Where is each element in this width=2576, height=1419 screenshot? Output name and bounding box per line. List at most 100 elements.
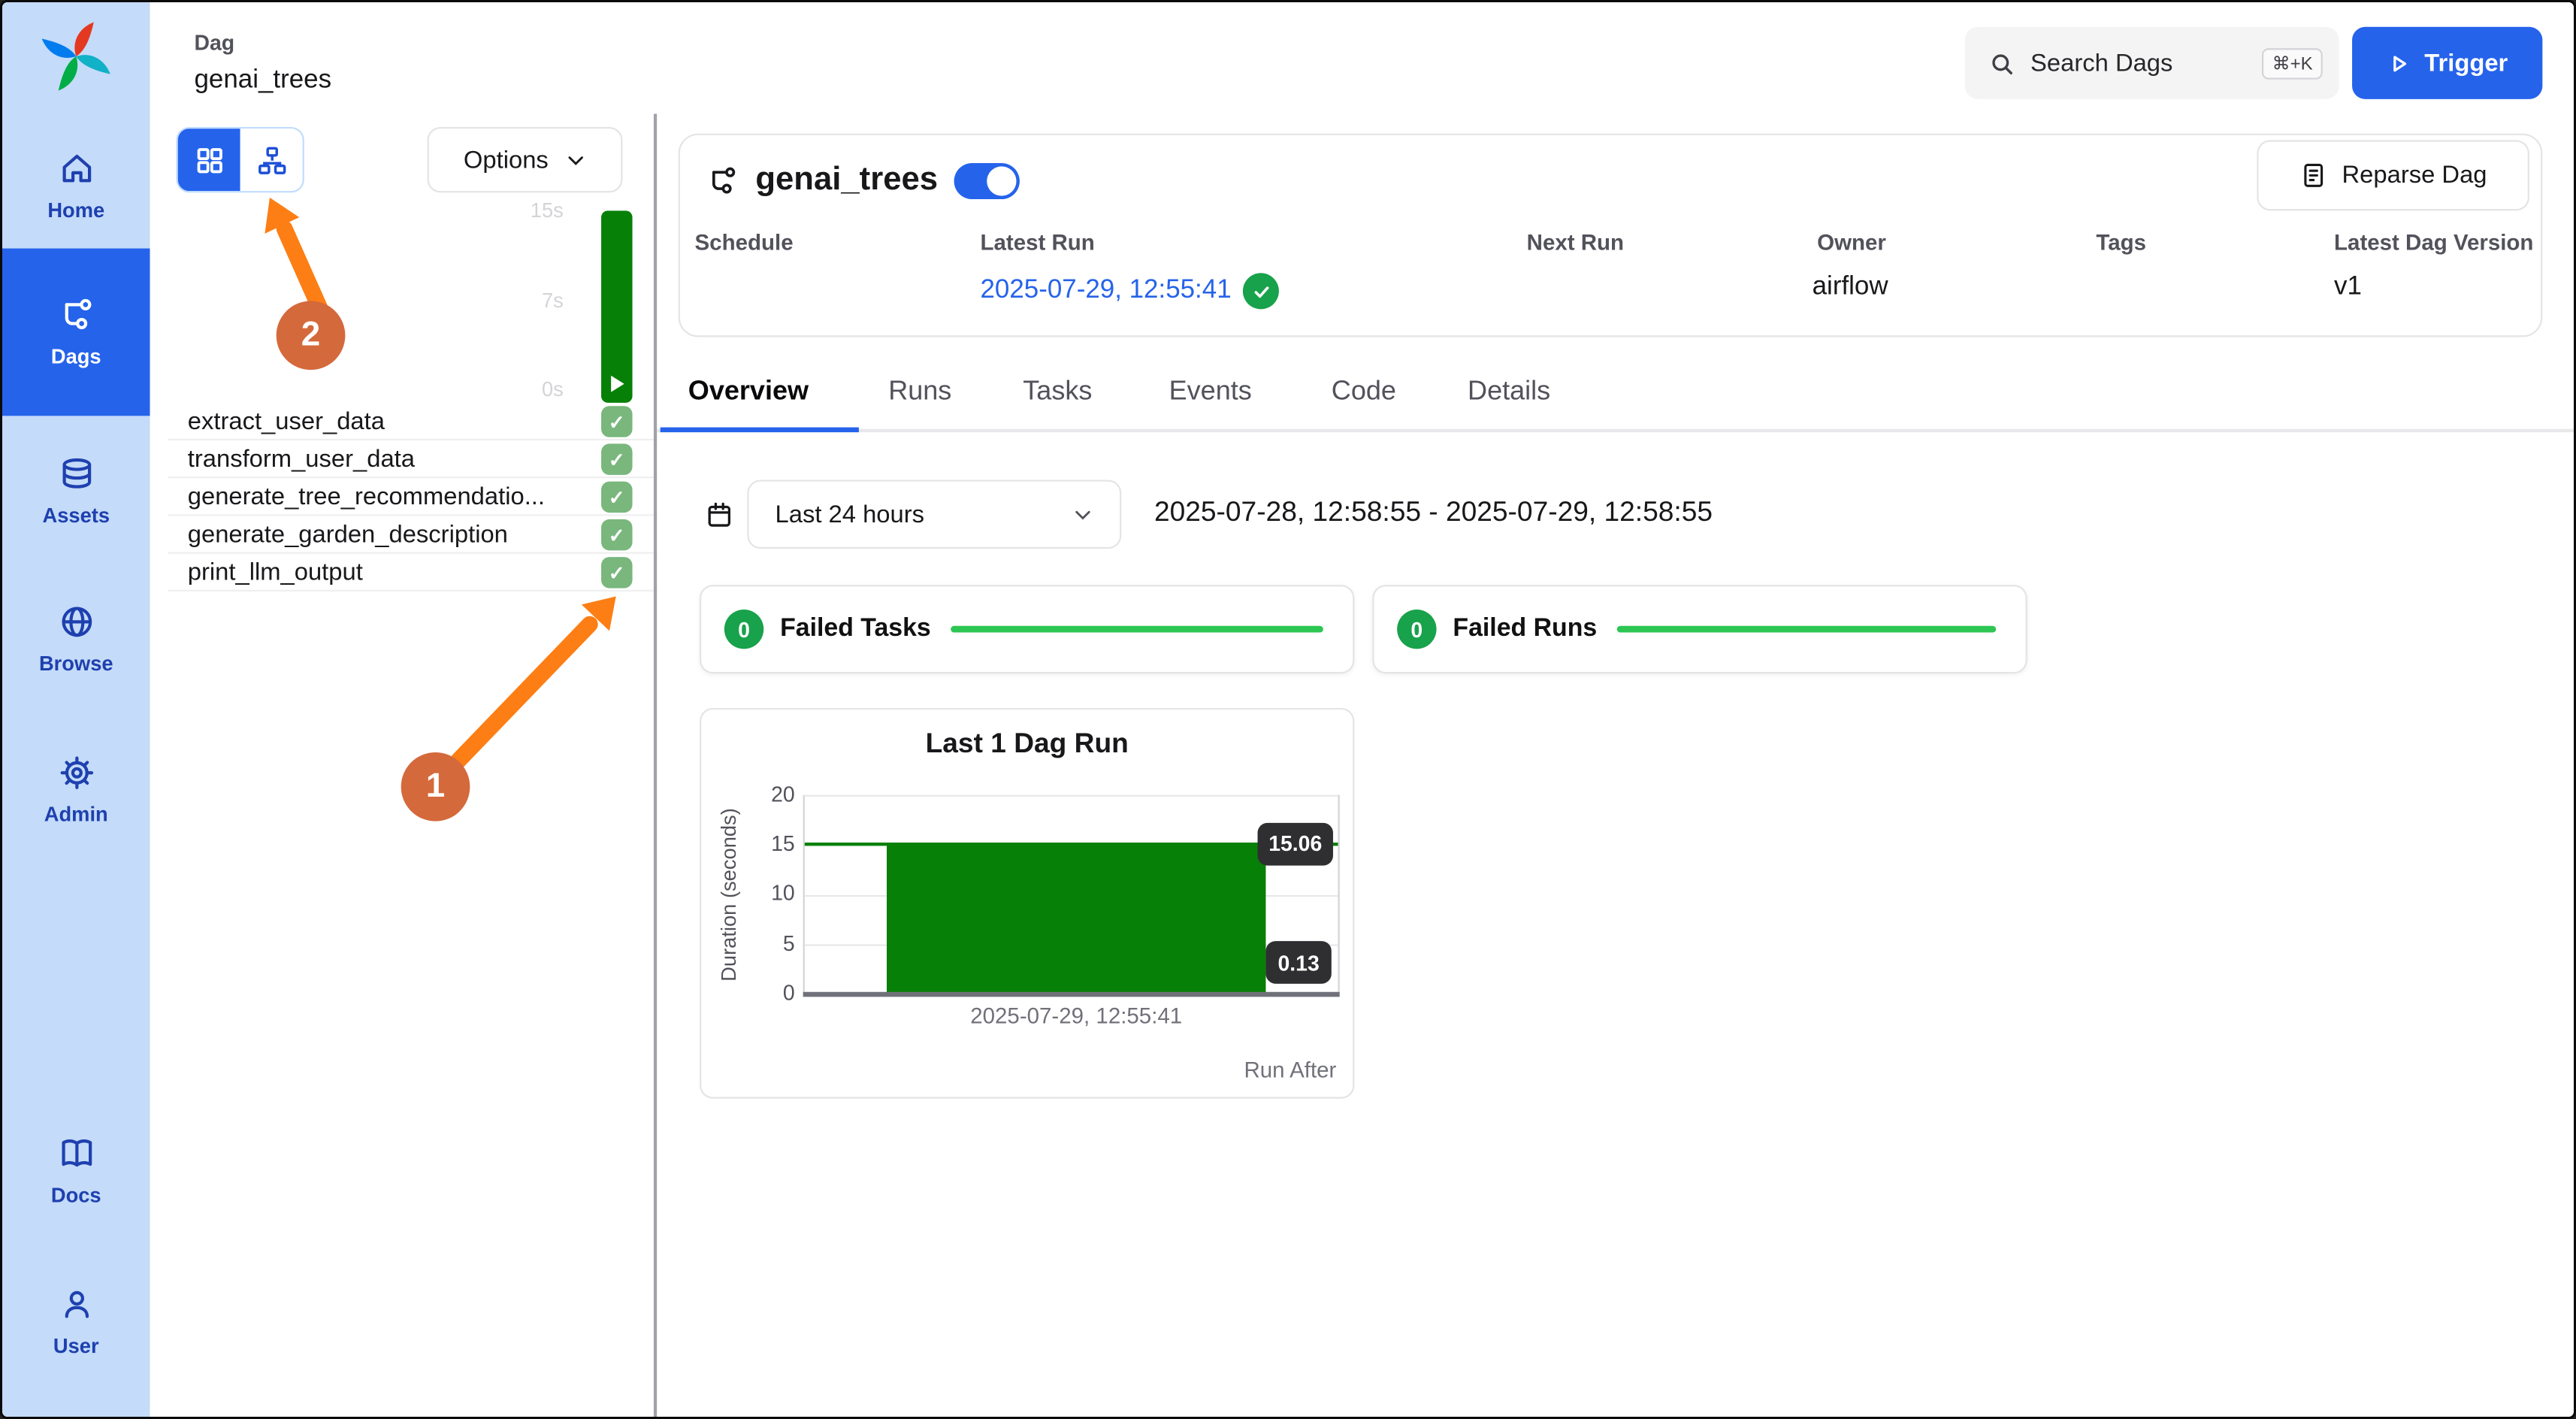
dag-tabs: Overview Runs Tasks Events Code Details [657, 371, 2575, 432]
database-icon [57, 455, 95, 493]
y-tick: 10 [739, 880, 794, 905]
field-label-latest-run: Latest Run [980, 231, 1094, 256]
graph-view-button[interactable] [240, 129, 303, 191]
airflow-window: Home Dags Assets Browse [0, 0, 2576, 1419]
tab-runs[interactable]: Runs [888, 377, 951, 407]
task-success-icon[interactable]: ✓ [601, 406, 632, 437]
owner-value: airflow [1813, 273, 1888, 302]
search-shortcut-badge: ⌘+K [2262, 47, 2322, 78]
sidebar-item-user[interactable]: User [2, 1253, 150, 1390]
failed-runs-count: 0 [1397, 610, 1436, 649]
sidebar-item-label: Dags [51, 345, 101, 368]
field-label-owner: Owner [1817, 231, 1886, 256]
task-name[interactable]: print_llm_output [188, 558, 363, 586]
sidebar-item-admin[interactable]: Admin [2, 721, 150, 858]
graph-icon [255, 144, 286, 175]
y-tick: 5 [739, 931, 794, 956]
task-row[interactable]: extract_user_data ✓ [150, 403, 654, 440]
sidebar-item-assets[interactable]: Assets [2, 422, 150, 560]
task-row[interactable]: generate_garden_description ✓ [150, 516, 654, 553]
sidebar-item-label: Assets [43, 504, 110, 528]
sidebar-item-dags[interactable]: Dags [2, 249, 150, 416]
duration-tick: 15s [497, 199, 563, 222]
field-label-next-run: Next Run [1527, 231, 1624, 256]
y-tick: 15 [739, 831, 794, 856]
task-name[interactable]: transform_user_data [188, 446, 415, 474]
page-title: genai_trees [194, 66, 331, 95]
field-label-tags: Tags [2096, 231, 2146, 256]
topbar: Dag genai_trees Search Dags ⌘+K Trigger [150, 2, 2576, 113]
play-icon [2387, 50, 2411, 75]
failed-tasks-count: 0 [724, 610, 763, 649]
task-row[interactable]: generate_tree_recommendatio... ✓ [150, 478, 654, 516]
airflow-logo[interactable] [38, 19, 113, 94]
sidebar-item-label: Admin [44, 803, 108, 827]
dag-version-value: v1 [2334, 273, 2362, 302]
chevron-down-icon [565, 149, 586, 170]
chart-title: Last 1 Dag Run [701, 728, 1353, 761]
dag-run-bar[interactable] [887, 844, 1265, 994]
task-name[interactable]: generate_tree_recommendatio... [188, 483, 545, 511]
task-name[interactable]: generate_garden_description [188, 521, 508, 549]
options-button[interactable]: Options [428, 127, 623, 192]
sidebar: Home Dags Assets Browse [2, 2, 150, 1419]
sidebar-item-docs[interactable]: Docs [2, 1102, 150, 1239]
task-success-icon[interactable]: ✓ [601, 482, 632, 513]
task-success-icon[interactable]: ✓ [601, 519, 632, 550]
annotation-arrows [150, 113, 654, 1419]
task-list: extract_user_data ✓ transform_user_data … [150, 403, 654, 592]
search-icon [1988, 49, 2015, 77]
globe-icon [57, 603, 95, 640]
task-row[interactable]: transform_user_data ✓ [150, 440, 654, 478]
dag-enabled-toggle[interactable] [954, 162, 1020, 198]
sidebar-item-label: Home [47, 199, 104, 222]
field-label-dag-version: Latest Dag Version [2334, 231, 2533, 256]
field-label-schedule: Schedule [695, 231, 794, 256]
breadcrumb: Dag [194, 30, 234, 55]
chevron-down-icon [1072, 504, 1093, 525]
grid-icon [193, 144, 224, 175]
tab-events[interactable]: Events [1169, 377, 1252, 407]
task-name[interactable]: extract_user_data [188, 407, 385, 435]
dag-icon [706, 164, 739, 197]
sidebar-item-label: User [53, 1335, 99, 1358]
view-toggle-group [176, 127, 304, 192]
dag-run-duration-bar[interactable] [601, 210, 632, 402]
dags-icon [57, 296, 95, 334]
calendar-icon [705, 500, 734, 529]
tab-details[interactable]: Details [1468, 377, 1550, 407]
failed-tasks-sparkline [951, 626, 1323, 633]
active-tab-indicator [661, 428, 859, 433]
failed-runs-label: Failed Runs [1453, 615, 1597, 644]
task-success-icon[interactable]: ✓ [601, 557, 632, 588]
tab-tasks[interactable]: Tasks [1023, 377, 1092, 407]
search-input[interactable]: Search Dags ⌘+K [1965, 27, 2339, 99]
grid-view-button[interactable] [178, 129, 240, 191]
latest-run-link[interactable]: 2025-07-29, 12:55:41 [980, 273, 1278, 309]
sidebar-item-browse[interactable]: Browse [2, 570, 150, 708]
search-placeholder: Search Dags [2030, 49, 2262, 77]
chart-plot-area: 20 15 10 5 0 15.06 0.13 2025-07-29, 12:5… [803, 795, 1340, 994]
failed-runs-card: 0 Failed Runs [1372, 585, 2027, 673]
y-tick: 0 [739, 980, 794, 1005]
tab-overview[interactable]: Overview [688, 377, 809, 407]
x-tick-label: 2025-07-29, 12:55:41 [887, 1003, 1265, 1028]
queued-label-chip: 0.13 [1265, 941, 1331, 984]
home-icon [57, 150, 95, 188]
y-tick: 20 [739, 782, 794, 806]
trigger-button[interactable]: Trigger [2352, 27, 2542, 99]
reparse-dag-button[interactable]: Reparse Dag [2257, 140, 2529, 210]
task-success-icon[interactable]: ✓ [601, 443, 632, 474]
y-axis-label: Duration (seconds) [718, 795, 741, 994]
time-range-select[interactable]: Last 24 hours [747, 480, 1121, 549]
reparse-icon [2299, 162, 2327, 189]
annotation-badge-1: 1 [401, 752, 470, 821]
dag-title: genai_trees [755, 162, 938, 199]
duration-tick: 0s [497, 378, 563, 401]
user-icon [57, 1286, 95, 1324]
tab-code[interactable]: Code [1332, 377, 1396, 407]
failed-tasks-label: Failed Tasks [780, 615, 931, 644]
sidebar-item-home[interactable]: Home [2, 127, 150, 245]
play-icon [609, 375, 626, 393]
task-row[interactable]: print_llm_output ✓ [150, 554, 654, 592]
